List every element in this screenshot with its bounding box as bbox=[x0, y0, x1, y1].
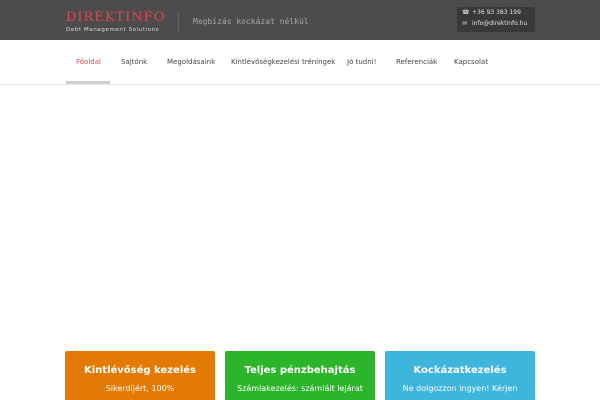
main-nav: Főoldal Sajtónk Megoldásaink Kintlévőség… bbox=[0, 40, 600, 85]
nav-item-kapcsolat[interactable]: Kapcsolat bbox=[454, 58, 488, 66]
phone-icon: ☎ bbox=[462, 9, 470, 16]
tagline: Megbízás kockázat nélkül bbox=[193, 17, 309, 26]
top-bar: DIREKTINFO Debt Management Solutions Meg… bbox=[0, 0, 600, 40]
card-kockazatkezeles[interactable]: Kockázatkezelés Ne dolgozzon ingyen! Kér… bbox=[385, 351, 535, 400]
header-divider bbox=[178, 12, 179, 32]
card-title: Kintlévőség kezelés bbox=[84, 365, 196, 376]
email-address: info@direktinfo.hu bbox=[472, 20, 528, 27]
card-title: Kockázatkezelés bbox=[413, 365, 507, 376]
card-teljes-penzbehajtas[interactable]: Teljes pénzbehajtás Számlakezelés: száml… bbox=[225, 351, 375, 400]
card-text: Ne dolgozzon ingyen! Kérjen bbox=[402, 384, 518, 393]
contact-email[interactable]: ✉ info@direktinfo.hu bbox=[457, 18, 535, 29]
contact-box: ☎ +36 93 383 199 ✉ info@direktinfo.hu bbox=[457, 7, 535, 32]
envelope-icon: ✉ bbox=[462, 20, 468, 27]
nav-item-megoldasaink[interactable]: Megoldásaink bbox=[167, 58, 215, 66]
card-text: Sikerdíjért, 100% bbox=[105, 384, 175, 393]
logo-subtitle: Debt Management Solutions bbox=[66, 27, 160, 33]
nav-item-treningek[interactable]: Kintlévőségkezelési tréningek bbox=[231, 58, 335, 66]
phone-number: +36 93 383 199 bbox=[472, 9, 521, 16]
nav-item-fooldal[interactable]: Főoldal bbox=[76, 58, 101, 66]
contact-phone[interactable]: ☎ +36 93 383 199 bbox=[457, 7, 535, 18]
nav-item-referenciak[interactable]: Referenciák bbox=[396, 58, 437, 66]
nav-item-jo-tudni[interactable]: Jó tudni! bbox=[347, 58, 376, 66]
card-text: Számlakezelés: számláit lejárat bbox=[237, 384, 363, 393]
nav-item-sajtonk[interactable]: Sajtónk bbox=[121, 58, 147, 66]
logo[interactable]: DIREKTINFO Debt Management Solutions bbox=[66, 10, 166, 34]
nav-active-indicator bbox=[66, 81, 110, 84]
logo-title: DIREKTINFO bbox=[66, 10, 166, 25]
card-title: Teljes pénzbehajtás bbox=[244, 365, 356, 376]
hero-slider bbox=[0, 85, 600, 350]
card-kintlevoseg-kezeles[interactable]: Kintlévőség kezelés Sikerdíjért, 100% bbox=[65, 351, 215, 400]
